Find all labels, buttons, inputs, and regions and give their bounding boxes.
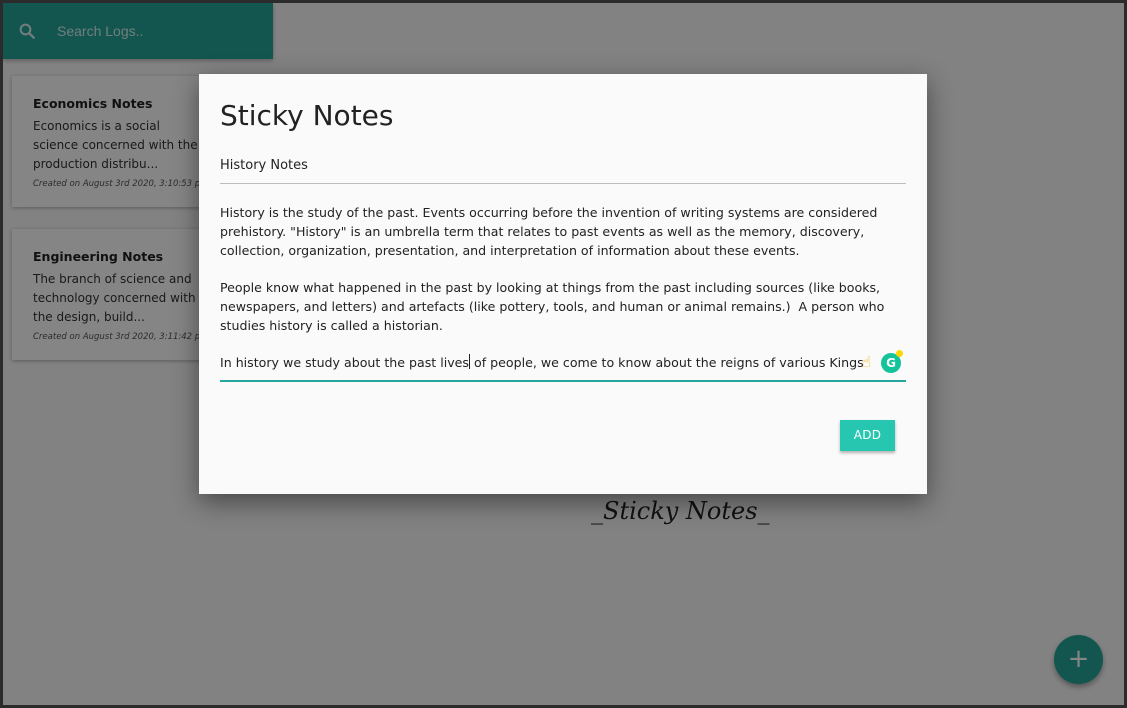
add-button[interactable]: ADD xyxy=(840,420,895,451)
content-text-after-caret: of people, we come to know about the rei… xyxy=(470,355,864,371)
pointing-hand-icon[interactable]: ☝ xyxy=(862,353,871,372)
modal-title: Sticky Notes xyxy=(220,99,394,132)
content-text-before-caret: In history we study about the past lives xyxy=(220,355,469,371)
content-last-line: In history we study about the past lives… xyxy=(220,354,906,373)
content-paragraph: History is the study of the past. Events… xyxy=(220,205,882,258)
app-window: Economics Notes Economics is a social sc… xyxy=(0,0,1127,708)
note-title-input[interactable]: History Notes xyxy=(220,158,906,184)
content-paragraph: People know what happened in the past by… xyxy=(220,280,889,333)
note-content-textarea[interactable]: History is the study of the past. Events… xyxy=(220,204,906,383)
grammarly-letter: G xyxy=(886,356,896,371)
note-modal: Sticky Notes History Notes History is th… xyxy=(199,74,927,494)
